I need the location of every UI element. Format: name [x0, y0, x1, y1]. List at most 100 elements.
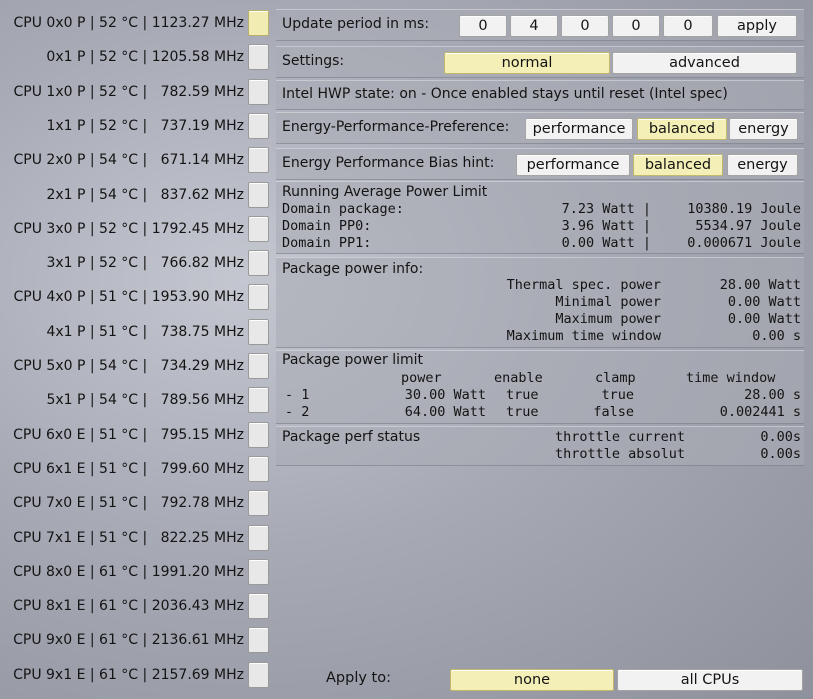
cpu-row: CPU 8x1 E | 61 °C | 2036.43 MHz	[0, 589, 272, 623]
settings-panel: Settings: normal advanced	[276, 46, 804, 78]
cpu-select-toggle[interactable]	[248, 250, 269, 277]
cpu-row-label: CPU 6x0 E | 51 °C | 795.15 MHz	[13, 426, 244, 443]
epp-balanced-button[interactable]: balanced	[637, 118, 727, 140]
cpu-row-label: CPU 8x1 E | 61 °C | 2036.43 MHz	[13, 598, 244, 615]
cpu-select-toggle[interactable]	[248, 112, 269, 139]
cpu-select-toggle[interactable]	[248, 353, 269, 379]
perf-status-value: 0.00s	[760, 429, 801, 445]
settings-advanced-button[interactable]: advanced	[612, 52, 797, 74]
cpu-row-label: CPU 7x1 E | 51 °C | 822.25 MHz	[13, 529, 244, 546]
power-info-value: 28.00 Watt	[719, 277, 801, 293]
apply-none-button[interactable]: none	[450, 669, 614, 691]
rapl-domain-name: Domain PP1:	[282, 235, 372, 251]
cpu-row: CPU 4x0 P | 51 °C | 1953.90 MHz	[0, 280, 272, 314]
rapl-domain-joule: 10380.19 Joule	[687, 201, 801, 217]
cpu-select-toggle[interactable]	[248, 421, 269, 448]
limit-row-clamp: false	[593, 404, 634, 420]
cpu-select-toggle[interactable]	[248, 455, 269, 482]
power-info-name: Maximum time window	[506, 328, 661, 344]
cpu-row-label: CPU 9x0 E | 61 °C | 2136.61 MHz	[13, 632, 244, 649]
cpu-row: 5x1 P | 54 °C | 789.56 MHz	[0, 383, 272, 417]
cpu-select-toggle[interactable]	[248, 627, 269, 654]
cpu-row-label: CPU 9x1 E | 61 °C | 2157.69 MHz	[13, 666, 244, 683]
cpu-row-label: CPU 1x0 P | 52 °C | 782.59 MHz	[13, 83, 244, 100]
limit-row-enable: true	[506, 387, 539, 403]
cpu-row-label: CPU 7x0 E | 51 °C | 792.78 MHz	[13, 495, 244, 512]
cpu-row: CPU 2x0 P | 54 °C | 671.14 MHz	[0, 143, 272, 177]
update-digit-2[interactable]: 4	[510, 15, 558, 37]
update-digit-4[interactable]: 0	[612, 15, 660, 37]
epb-performance-button[interactable]: performance	[516, 154, 630, 176]
cpu-select-toggle[interactable]	[248, 44, 269, 71]
update-period-label: Update period in ms:	[282, 16, 430, 32]
cpu-row-label: CPU 6x1 E | 51 °C | 799.60 MHz	[13, 460, 244, 477]
limit-header-time-window: time window	[686, 370, 776, 386]
apply-button[interactable]: apply	[717, 15, 797, 37]
limit-row-time: 0.002441 s	[719, 404, 801, 420]
limit-row-id: - 1	[285, 387, 310, 403]
cpu-select-toggle[interactable]	[248, 147, 269, 174]
rapl-domain-name: Domain PP0:	[282, 218, 372, 234]
perf-status-panel: Package perf status throttle current 0.00…	[276, 426, 804, 466]
limit-header-enable: enable	[494, 370, 543, 386]
cpu-row: CPU 6x0 E | 51 °C | 795.15 MHz	[0, 418, 272, 452]
power-info-name: Thermal spec. power	[506, 277, 661, 293]
rapl-domain-watt: 3.96 Watt |	[561, 218, 651, 234]
cpu-row: CPU 5x0 P | 54 °C | 734.29 MHz	[0, 349, 272, 383]
cpu-select-toggle[interactable]	[248, 524, 269, 551]
epp-energy-button[interactable]: energy	[729, 118, 798, 140]
cpu-row-label: CPU 3x0 P | 52 °C | 1792.45 MHz	[13, 220, 244, 237]
epp-performance-button[interactable]: performance	[525, 118, 633, 140]
update-digit-1[interactable]: 0	[459, 15, 507, 37]
cpu-row-label: CPU 4x0 P | 51 °C | 1953.90 MHz	[13, 289, 244, 306]
hwp-panel: Intel HWP state: on - Once enabled stays…	[276, 80, 804, 110]
apply-all-cpus-button[interactable]: all CPUs	[617, 669, 803, 691]
power-info-name: Minimal power	[555, 294, 661, 310]
cpu-select-toggle[interactable]	[248, 387, 269, 414]
cpu-row: CPU 0x0 P | 52 °C | 1123.27 MHz	[0, 6, 272, 40]
power-limit-panel: Package power limit power enable clamp t…	[276, 350, 804, 424]
power-info-value: 0.00 Watt	[727, 294, 801, 310]
limit-row-power: 64.00 Watt	[404, 404, 486, 420]
power-info-title: Package power info:	[282, 261, 424, 277]
cpu-select-toggle[interactable]	[248, 490, 269, 517]
cpu-row: CPU 9x1 E | 61 °C | 2157.69 MHz	[0, 658, 272, 692]
cpu-select-toggle[interactable]	[248, 593, 269, 620]
settings-label: Settings:	[282, 53, 345, 69]
cpu-row-label: 5x1 P | 54 °C | 789.56 MHz	[46, 392, 244, 409]
cpu-row: 1x1 P | 52 °C | 737.19 MHz	[0, 109, 272, 143]
cpu-select-toggle[interactable]	[248, 661, 269, 688]
power-info-name: Maximum power	[555, 311, 661, 327]
cpu-row: CPU 7x1 E | 51 °C | 822.25 MHz	[0, 521, 272, 555]
perf-status-name: throttle absolut	[555, 446, 686, 462]
power-info-panel: Package power info: Thermal spec. power 2…	[276, 257, 804, 348]
cpu-select-toggle[interactable]	[248, 181, 269, 208]
cpu-row: 2x1 P | 54 °C | 837.62 MHz	[0, 178, 272, 212]
cpu-row-label: CPU 8x0 E | 61 °C | 1991.20 MHz	[13, 563, 244, 580]
limit-row-enable: true	[506, 404, 539, 420]
epb-energy-button[interactable]: energy	[727, 154, 798, 176]
cpu-select-toggle[interactable]	[248, 558, 269, 585]
cpu-select-toggle[interactable]	[248, 318, 269, 345]
cpu-select-toggle[interactable]	[248, 215, 269, 242]
cpu-select-toggle[interactable]	[248, 78, 269, 105]
perf-status-title: Package perf status	[282, 429, 421, 445]
limit-row-id: - 2	[285, 404, 310, 420]
rapl-domain-joule: 0.000671 Joule	[687, 235, 801, 251]
cpu-row: CPU 7x0 E | 51 °C | 792.78 MHz	[0, 486, 272, 520]
perf-status-value: 0.00s	[760, 446, 801, 462]
cpu-row: 3x1 P | 52 °C | 766.82 MHz	[0, 246, 272, 280]
cpu-row: CPU 6x1 E | 51 °C | 799.60 MHz	[0, 452, 272, 486]
cpu-select-toggle[interactable]	[248, 284, 269, 311]
epp-panel: Energy-Performance-Preference: performan…	[276, 112, 804, 144]
epb-balanced-button[interactable]: balanced	[633, 154, 723, 176]
perf-status-name: throttle current	[555, 429, 686, 445]
cpu-row: CPU 1x0 P | 52 °C | 782.59 MHz	[0, 75, 272, 109]
cpu-select-toggle[interactable]	[248, 10, 269, 36]
power-limit-title: Package power limit	[282, 352, 423, 368]
update-digit-5[interactable]: 0	[663, 15, 713, 37]
cpu-row: CPU 8x0 E | 61 °C | 1991.20 MHz	[0, 555, 272, 589]
rapl-domain-name: Domain package:	[282, 201, 404, 217]
update-digit-3[interactable]: 0	[561, 15, 609, 37]
settings-normal-button[interactable]: normal	[444, 52, 610, 74]
